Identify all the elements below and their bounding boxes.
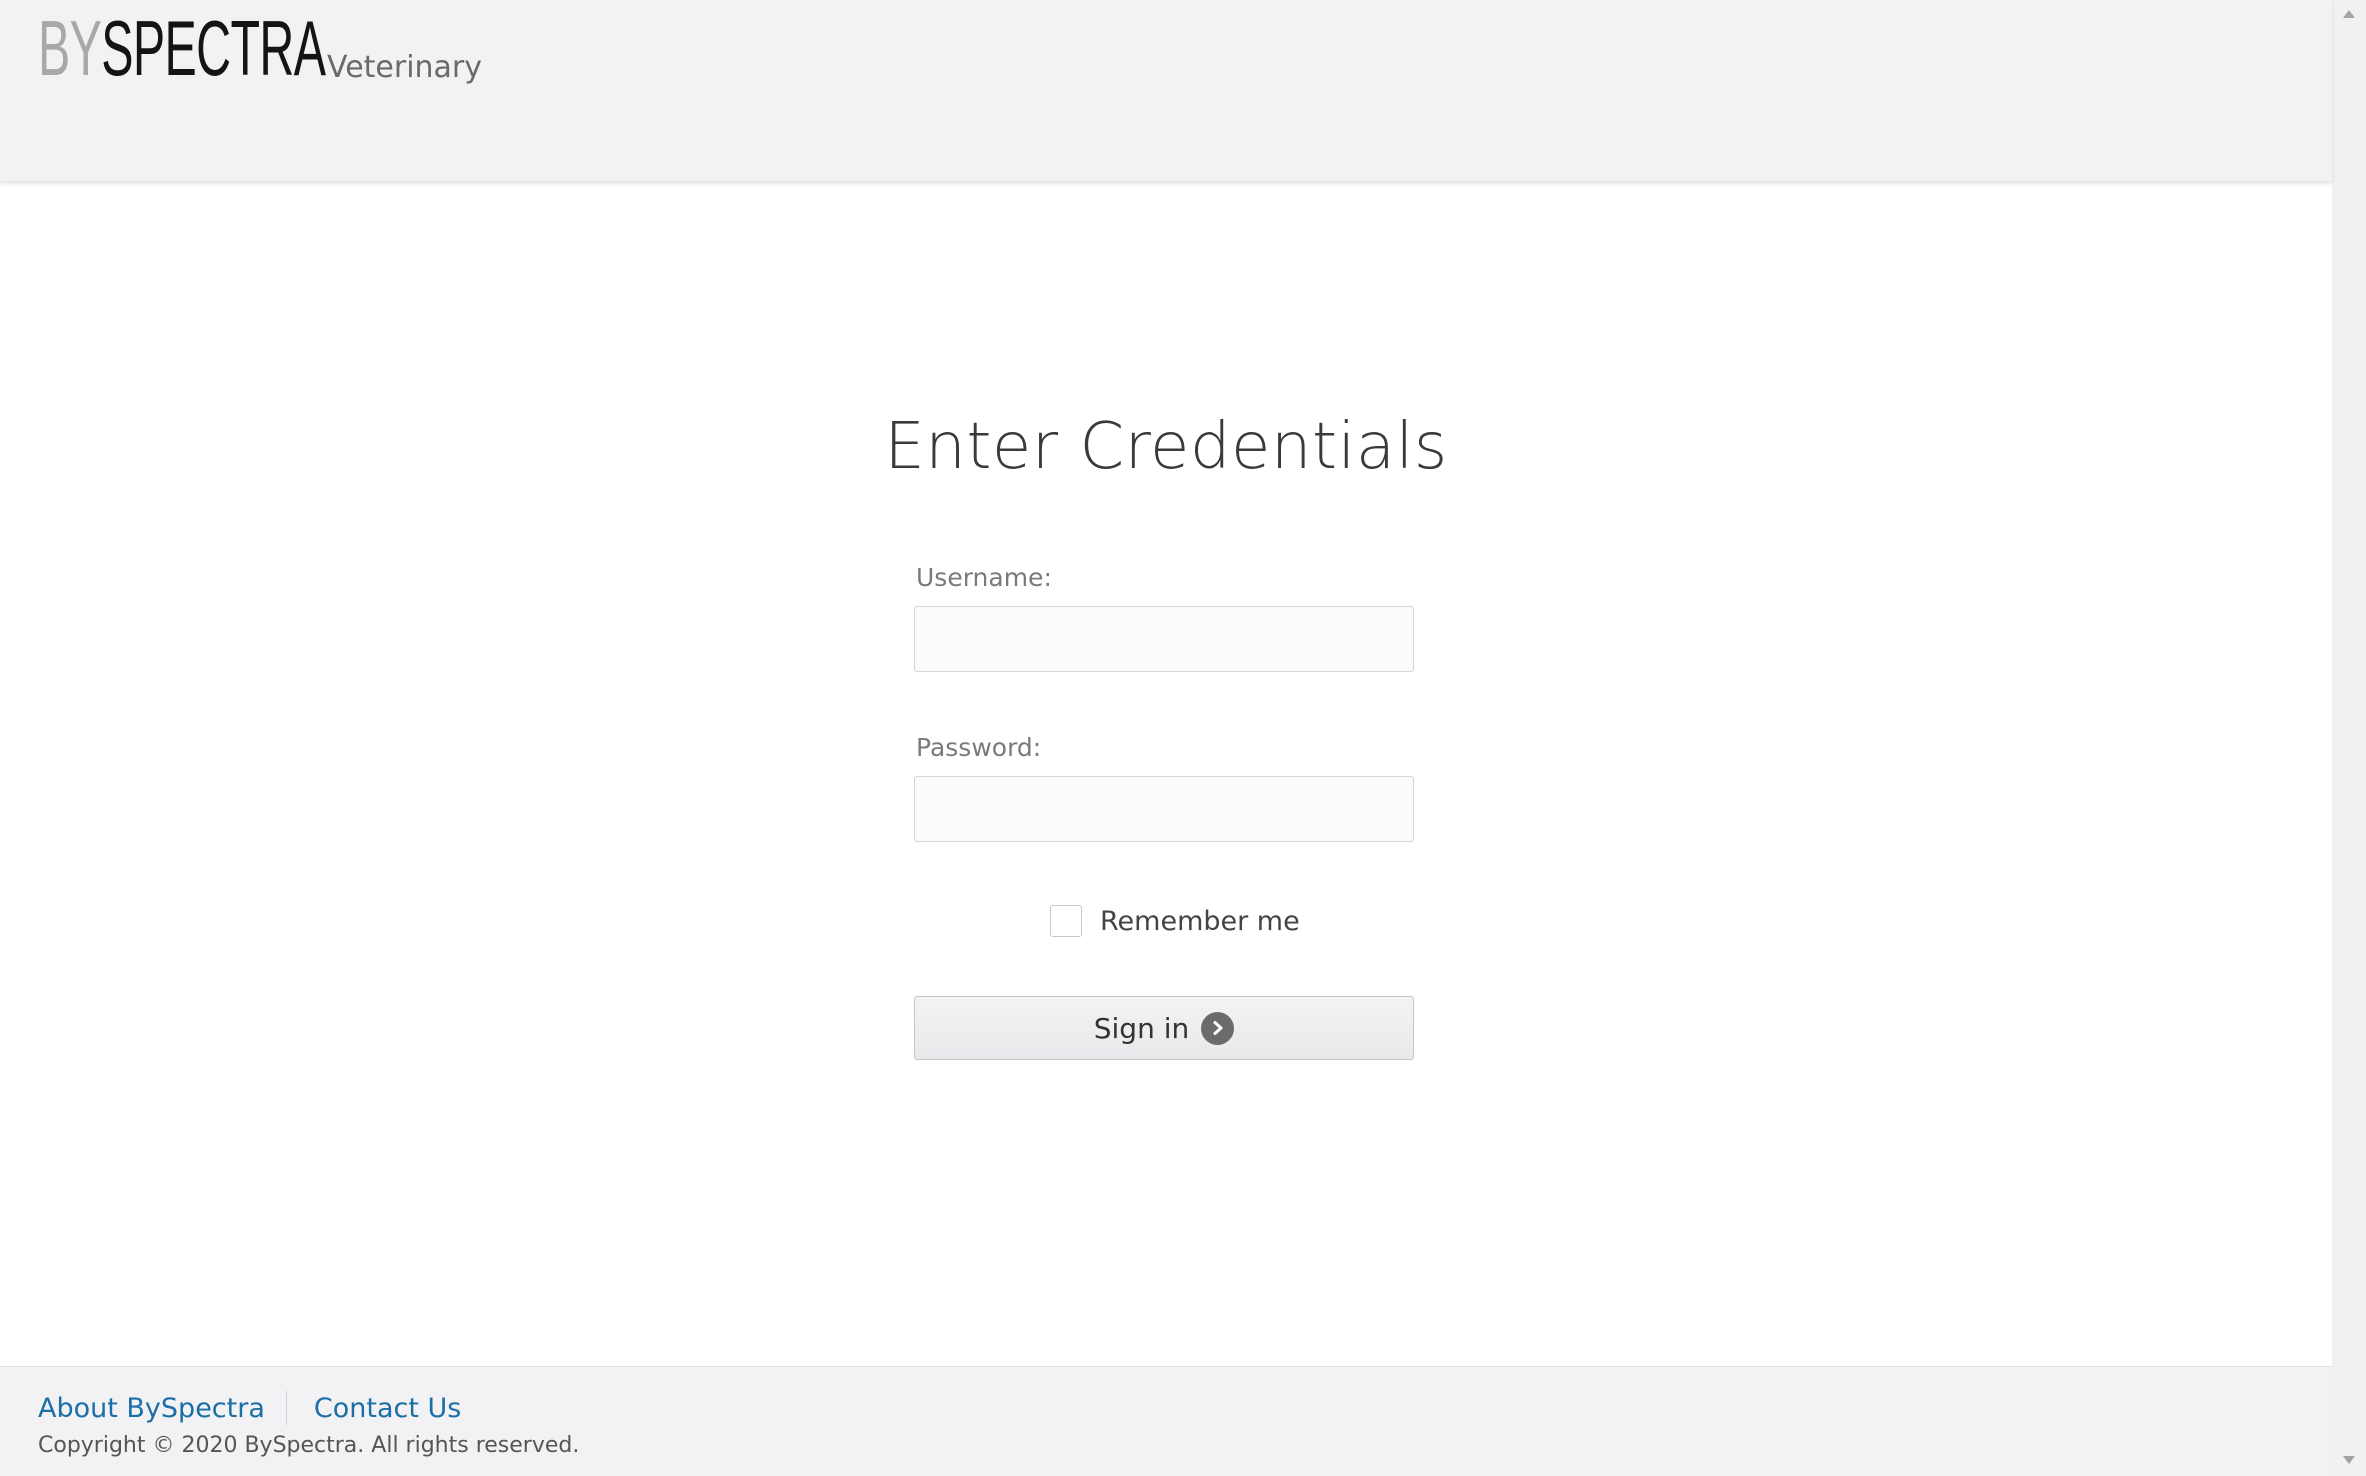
about-link[interactable]: About BySpectra — [38, 1393, 265, 1424]
password-label: Password: — [916, 733, 1042, 762]
sign-in-label: Sign in — [1093, 1011, 1190, 1045]
chevron-right-glyph — [1213, 1021, 1223, 1035]
username-label: Username: — [916, 563, 1052, 592]
remember-me-checkbox[interactable] — [1050, 905, 1082, 937]
remember-me-label[interactable]: Remember me — [1100, 906, 1300, 937]
footer-divider — [285, 1391, 287, 1425]
username-input[interactable] — [914, 606, 1414, 672]
remember-me-row[interactable]: Remember me — [1050, 904, 1300, 938]
footer: About BySpectra Contact Us Copyright © 2… — [0, 1366, 2332, 1476]
login-page: BYSPECTRA Veterinary Enter Credentials U… — [0, 0, 2366, 1476]
copyright-text: Copyright © 2020 BySpectra. All rights r… — [38, 1433, 580, 1458]
main-content: Enter Credentials Username: Password: Re… — [0, 183, 2332, 1366]
footer-links: About BySpectra Contact Us — [38, 1391, 461, 1425]
header: BYSPECTRA Veterinary — [0, 0, 2332, 182]
logo-spectra: SPECTRA — [101, 4, 326, 92]
sign-in-button[interactable]: Sign in — [914, 996, 1414, 1060]
vertical-scrollbar[interactable] — [2332, 0, 2366, 1476]
scroll-up-arrow-icon[interactable] — [2341, 6, 2357, 22]
logo-by: BY — [38, 4, 102, 92]
scroll-down-arrow-icon[interactable] — [2341, 1452, 2357, 1468]
logo-wordmark: BYSPECTRA — [38, 9, 326, 87]
contact-link[interactable]: Contact Us — [314, 1393, 461, 1424]
page-title: Enter Credentials — [884, 410, 1448, 484]
password-input[interactable] — [914, 776, 1414, 842]
chevron-right-circle-icon — [1201, 1011, 1235, 1045]
product-name: Veterinary — [327, 50, 483, 85]
